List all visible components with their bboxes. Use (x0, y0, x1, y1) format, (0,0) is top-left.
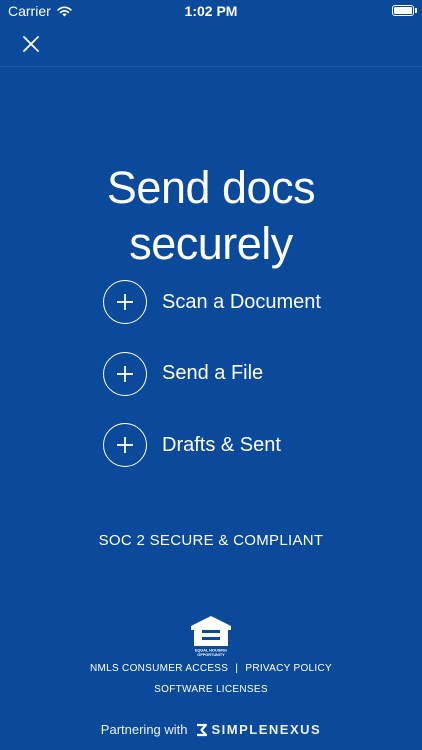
svg-text:OPPORTUNITY: OPPORTUNITY (197, 653, 225, 657)
drafts-sent-label: Drafts & Sent (162, 433, 281, 456)
nav-bar (0, 22, 422, 67)
close-icon (23, 36, 39, 52)
battery-level (394, 7, 412, 14)
status-bar: Carrier 1:02 PM (0, 0, 422, 22)
close-button[interactable] (18, 31, 44, 57)
drafts-sent-button[interactable]: Drafts & Sent (103, 421, 321, 469)
footer-links: NMLS CONSUMER ACCESS | PRIVACY POLICY (0, 663, 422, 674)
svg-text:EQUAL HOUSING: EQUAL HOUSING (195, 649, 227, 653)
partner-brand: SIMPLENEXUS (195, 722, 322, 737)
plus-icon (103, 423, 147, 467)
partner-brand-name: SIMPLENEXUS (211, 722, 322, 737)
software-licenses-row: SOFTWARE LICENSES (0, 684, 422, 695)
equal-housing-opportunity-icon: EQUAL HOUSING OPPORTUNITY (191, 616, 231, 657)
software-licenses-link[interactable]: SOFTWARE LICENSES (154, 684, 268, 695)
scan-document-button[interactable]: Scan a Document (103, 278, 321, 326)
simplenexus-logo-icon (196, 723, 207, 736)
plus-icon (103, 280, 147, 324)
action-list: Scan a Document Send a File Drafts & Sen… (103, 278, 321, 493)
battery-cap (415, 8, 417, 13)
send-file-label: Send a File (162, 362, 264, 384)
page-title-line-1: Send docs (106, 162, 316, 214)
nmls-consumer-access-link[interactable]: NMLS CONSUMER ACCESS (90, 663, 228, 674)
page-title-line-2: securely (129, 218, 293, 270)
plus-icon (103, 351, 147, 396)
partner-line: Partnering with SIMPLENEXUS (0, 722, 422, 737)
scan-document-label: Scan a Document (162, 290, 321, 313)
privacy-policy-link[interactable]: PRIVACY POLICY (245, 663, 332, 674)
battery-icon (392, 5, 414, 16)
status-time: 1:02 PM (184, 3, 238, 19)
compliance-text: SOC 2 SECURE & COMPLIANT (98, 532, 324, 549)
send-file-button[interactable]: Send a File (103, 350, 321, 398)
page-title: Send docs securely (0, 160, 422, 272)
partner-prefix: Partnering with (100, 722, 188, 737)
footer-separator: | (235, 663, 239, 674)
